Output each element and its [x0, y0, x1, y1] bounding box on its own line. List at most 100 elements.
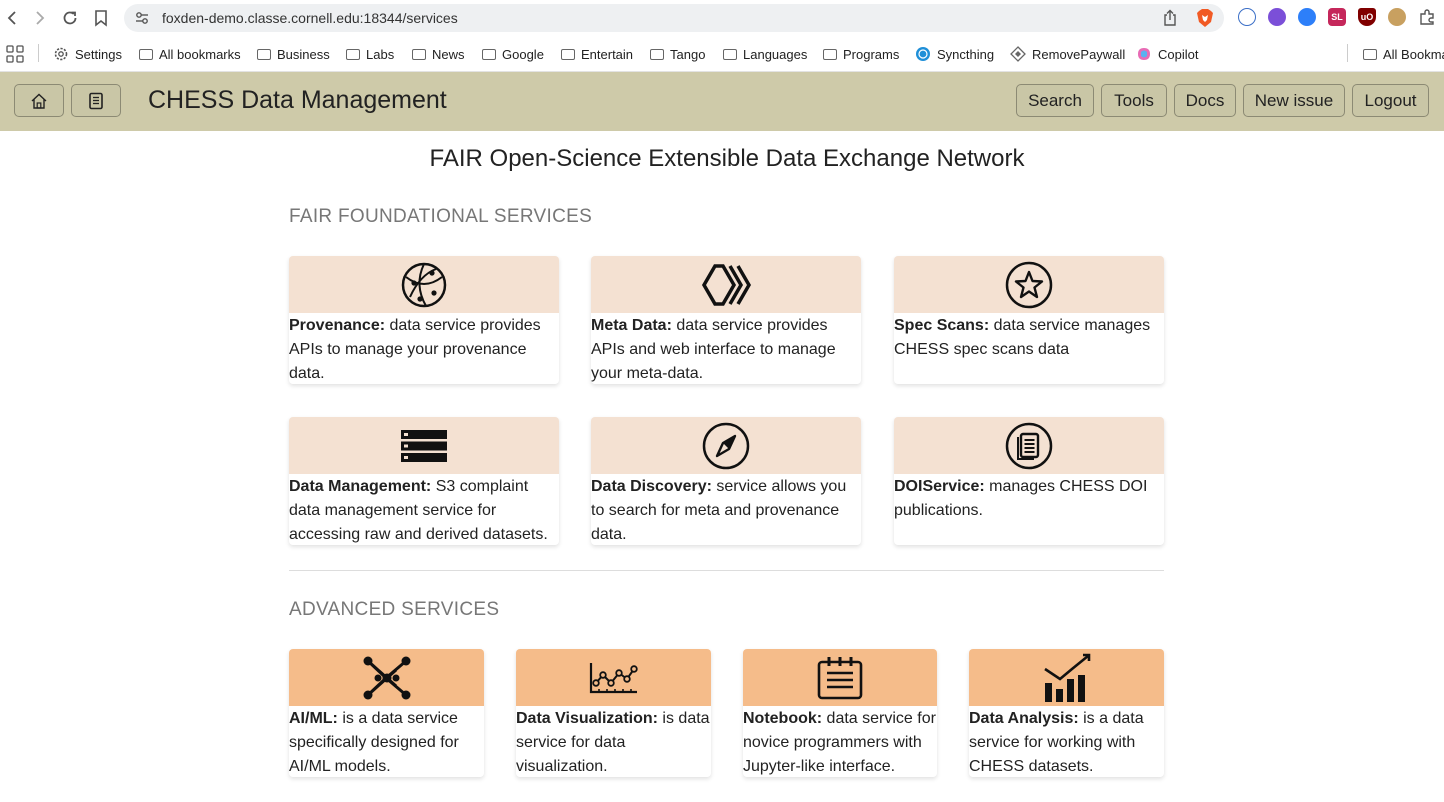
network-icon [363, 656, 410, 699]
home-button[interactable] [14, 84, 64, 117]
service-card-data-discovery[interactable]: Data Discovery: service allows you to se… [591, 417, 861, 545]
line-chart-icon [589, 662, 638, 693]
globe-icon [401, 262, 447, 307]
service-card-metadata[interactable]: Meta Data: data service provides APIs an… [591, 256, 861, 384]
card-description: Provenance: data service provides APIs t… [289, 313, 559, 386]
site-settings-icon[interactable] [134, 10, 150, 31]
bookmark-label: All Bookma [1383, 46, 1444, 62]
bookmark-settings[interactable]: Settings [53, 45, 122, 63]
syncthing-icon [916, 47, 930, 61]
service-card-ai-ml[interactable]: AI/ML: is a data service specifically de… [289, 649, 484, 777]
card-name: Spec Scans: [894, 317, 990, 334]
new-issue-button[interactable]: New issue [1243, 84, 1345, 117]
bookmark-languages[interactable]: Languages [723, 45, 807, 63]
chevrons-icon [701, 263, 751, 306]
card-name: Data Analysis: [969, 710, 1079, 727]
bookmark-all-bookmarks-right[interactable]: All Bookma [1363, 45, 1444, 63]
apps-grid-icon[interactable] [6, 45, 24, 63]
compass-icon [702, 422, 750, 469]
card-description: Data Discovery: service allows you to se… [591, 474, 861, 547]
bookmark-syncthing[interactable]: Syncthing [915, 45, 994, 63]
service-card-provenance[interactable]: Provenance: data service provides APIs t… [289, 256, 559, 384]
bookmark-entertain[interactable]: Entertain [561, 45, 633, 63]
home-icon [31, 93, 47, 109]
bookmark-labs[interactable]: Labs [346, 45, 394, 63]
bookmark-news[interactable]: News [412, 45, 465, 63]
section-divider [289, 570, 1164, 571]
puzzle-extensions-icon[interactable] [1418, 8, 1436, 26]
server-icon [401, 429, 447, 462]
bookmark-label: Copilot [1158, 46, 1199, 62]
card-name: Notebook: [743, 710, 823, 727]
card-description: Meta Data: data service provides APIs an… [591, 313, 861, 386]
tools-button[interactable]: Tools [1101, 84, 1167, 117]
card-name: DOIService: [894, 478, 985, 495]
ublock-extension-icon[interactable]: uO [1358, 8, 1376, 26]
bookmark-programs[interactable]: Programs [823, 45, 899, 63]
compass-extension-icon[interactable] [1298, 8, 1316, 26]
star-circle-icon [1005, 261, 1053, 308]
bookmark-label: Syncthing [937, 46, 995, 62]
bookmark-google[interactable]: Google [482, 45, 544, 63]
bookmark-icon[interactable] [89, 6, 113, 30]
docs-button[interactable]: Docs [1174, 84, 1236, 117]
card-description: Data Analysis: is a data service for wor… [969, 706, 1164, 779]
service-card-data-management[interactable]: Data Management: S3 complaint data manag… [289, 417, 559, 545]
service-card-notebook[interactable]: Notebook: data service for novice progra… [743, 649, 937, 777]
bookmark-removepaywall[interactable]: RemovePaywall [1010, 45, 1125, 63]
bookmark-copilot[interactable]: Copilot [1136, 45, 1198, 63]
bookmark-tango[interactable]: Tango [650, 45, 705, 63]
notebook-icon [817, 656, 863, 699]
bookmark-label: Tango [670, 46, 706, 62]
folder-icon [257, 48, 271, 60]
password-extension-icon[interactable] [1268, 8, 1286, 26]
section-title-advanced: ADVANCED SERVICES [289, 599, 500, 620]
card-name: Provenance: [289, 317, 386, 334]
brave-shield-icon[interactable] [1196, 8, 1214, 33]
service-card-doiservice[interactable]: DOIService: manages CHESS DOI publicatio… [894, 417, 1164, 545]
bookmark-label: Google [502, 46, 544, 62]
notebook-icon [89, 92, 103, 109]
folder-icon [823, 48, 837, 60]
copilot-icon [1138, 48, 1150, 60]
sl-extension-icon[interactable]: SL [1328, 8, 1346, 26]
share-icon[interactable] [1162, 9, 1178, 32]
forward-icon[interactable] [28, 6, 52, 30]
folder-icon [723, 48, 737, 60]
bookmark-label: All bookmarks [159, 46, 241, 62]
logout-button[interactable]: Logout [1352, 84, 1429, 117]
bookmarks-bar: Settings All bookmarks Business Labs New… [0, 36, 1444, 72]
bookmark-label: Business [277, 46, 330, 62]
docs-icon-button[interactable] [71, 84, 121, 117]
card-header [289, 417, 559, 474]
bookmark-all-bookmarks[interactable]: All bookmarks [139, 45, 241, 63]
folder-icon [1363, 48, 1377, 60]
bookmark-business[interactable]: Business [257, 45, 330, 63]
card-name: Meta Data: [591, 317, 672, 334]
back-icon[interactable] [0, 6, 24, 30]
card-name: AI/ML: [289, 710, 338, 727]
folder-icon [561, 48, 575, 60]
card-header [591, 256, 861, 313]
url-text: foxden-demo.classe.cornell.edu:18344/ser… [162, 10, 458, 26]
avatar-extension-icon[interactable] [1388, 8, 1406, 26]
card-name: Data Discovery: [591, 478, 712, 495]
page-title: FAIR Open-Science Extensible Data Exchan… [429, 145, 1025, 172]
section-title-foundational: FAIR FOUNDATIONAL SERVICES [289, 206, 593, 227]
card-name: Data Management: [289, 478, 432, 495]
service-card-data-analysis[interactable]: Data Analysis: is a data service for wor… [969, 649, 1164, 777]
card-header [289, 649, 484, 706]
card-header [969, 649, 1164, 706]
folder-icon [650, 48, 664, 60]
address-bar[interactable]: foxden-demo.classe.cornell.edu:18344/ser… [124, 4, 1224, 32]
chat-extension-icon[interactable] [1238, 8, 1256, 26]
search-button[interactable]: Search [1016, 84, 1094, 117]
document-circle-icon [1005, 422, 1053, 469]
folder-icon [346, 48, 360, 60]
service-card-data-visualization[interactable]: Data Visualization: is data service for … [516, 649, 711, 777]
reload-icon[interactable] [58, 6, 82, 30]
browser-toolbar: foxden-demo.classe.cornell.edu:18344/ser… [0, 0, 1444, 36]
card-description: Data Visualization: is data service for … [516, 706, 711, 779]
card-description: Data Management: S3 complaint data manag… [289, 474, 559, 547]
service-card-spec-scans[interactable]: Spec Scans: data service manages CHESS s… [894, 256, 1164, 384]
